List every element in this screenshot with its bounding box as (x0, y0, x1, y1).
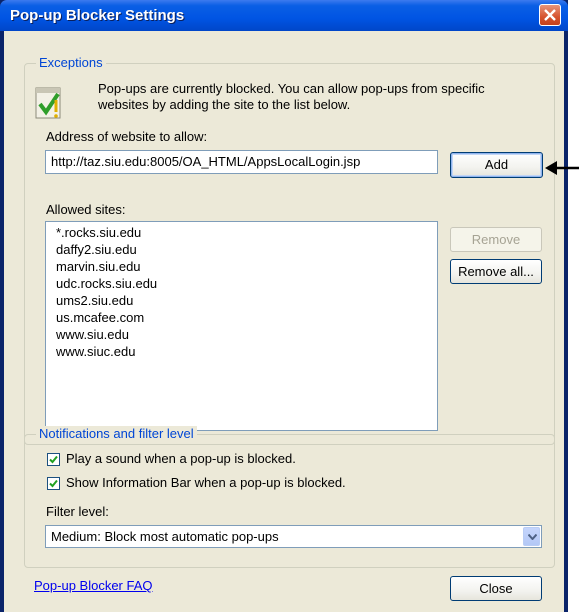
add-button-label: Add (484, 157, 509, 172)
close-window-button[interactable] (539, 4, 561, 26)
remove-button[interactable]: Remove (450, 227, 542, 252)
close-button[interactable]: Close (450, 576, 542, 601)
play-sound-checkbox[interactable] (47, 453, 60, 466)
info-bar-label[interactable]: Show Information Bar when a pop-up is bl… (66, 475, 346, 491)
notifications-legend: Notifications and filter level (36, 426, 197, 441)
filter-level-select[interactable]: Medium: Block most automatic pop-ups (45, 525, 542, 548)
dialog-window: Pop-up Blocker Settings Exceptions Pop-u… (0, 0, 568, 612)
exceptions-legend: Exceptions (36, 55, 106, 70)
info-text-line1: Pop-ups are currently blocked. You can a… (98, 81, 485, 96)
filter-level-label: Filter level: (46, 504, 109, 519)
address-input[interactable]: http://taz.siu.edu:8005/OA_HTML/AppsLoca… (45, 150, 438, 174)
list-item[interactable]: *.rocks.siu.edu (56, 224, 141, 241)
close-button-label: Close (479, 581, 513, 596)
popup-blocker-faq-link[interactable]: Pop-up Blocker FAQ (34, 578, 153, 593)
dropdown-arrow-button[interactable] (523, 527, 540, 546)
list-item[interactable]: marvin.siu.edu (56, 258, 141, 275)
list-item[interactable]: udc.rocks.siu.edu (56, 275, 157, 292)
remove-button-label: Remove (471, 232, 521, 247)
pointer-arrow-icon (545, 160, 579, 179)
filter-level-value: Medium: Block most automatic pop-ups (51, 529, 279, 544)
dialog-client-area: Exceptions Pop-ups are currently blocked… (4, 31, 564, 612)
allowed-sites-list[interactable]: *.rocks.siu.edu daffy2.siu.edu marvin.si… (45, 221, 438, 431)
add-button[interactable]: Add (450, 152, 543, 178)
window-title: Pop-up Blocker Settings (10, 7, 185, 24)
shield-check-icon (34, 86, 66, 122)
list-item[interactable]: ums2.siu.edu (56, 292, 133, 309)
info-bar-checkbox[interactable] (47, 477, 60, 490)
remove-all-button-label: Remove all... (458, 264, 534, 279)
address-label: Address of website to allow: (46, 129, 208, 144)
list-item[interactable]: www.siu.edu (56, 326, 129, 343)
play-sound-label[interactable]: Play a sound when a pop-up is blocked. (66, 451, 296, 467)
list-item[interactable]: us.mcafee.com (56, 309, 144, 326)
address-input-value: http://taz.siu.edu:8005/OA_HTML/AppsLoca… (51, 154, 361, 169)
info-text-line2: websites by adding the site to the list … (98, 97, 351, 112)
title-bar[interactable]: Pop-up Blocker Settings (0, 0, 568, 31)
list-item[interactable]: daffy2.siu.edu (56, 241, 137, 258)
remove-all-button[interactable]: Remove all... (450, 259, 542, 284)
list-item[interactable]: www.siuc.edu (56, 343, 135, 360)
allowed-sites-label: Allowed sites: (46, 202, 126, 217)
